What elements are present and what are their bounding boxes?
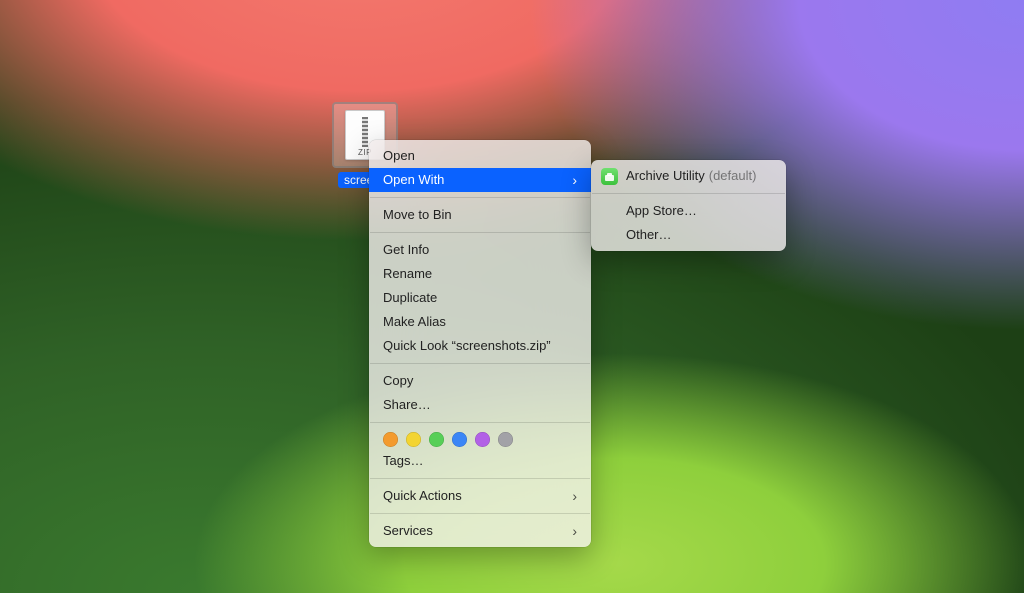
spacer — [601, 235, 618, 236]
menu-make-alias[interactable]: Make Alias — [369, 310, 591, 334]
open-with-submenu: Archive Utility (default) App Store… Oth… — [591, 160, 786, 251]
archive-utility-icon — [601, 168, 618, 185]
menu-copy[interactable]: Copy — [369, 369, 591, 393]
menu-get-info[interactable]: Get Info — [369, 238, 591, 262]
menu-separator — [370, 232, 590, 233]
menu-open-with[interactable]: Open With › — [369, 168, 591, 192]
menu-duplicate-label: Duplicate — [383, 289, 437, 307]
tag-dot-yellow[interactable] — [406, 432, 421, 447]
menu-rename[interactable]: Rename — [369, 262, 591, 286]
menu-make-alias-label: Make Alias — [383, 313, 446, 331]
chevron-right-icon: › — [572, 489, 577, 503]
chevron-right-icon: › — [572, 524, 577, 538]
submenu-archive-utility[interactable]: Archive Utility (default) — [591, 164, 786, 188]
tag-dot-blue[interactable] — [452, 432, 467, 447]
menu-open-with-label: Open With — [383, 171, 444, 189]
tag-color-row — [369, 428, 591, 449]
menu-get-info-label: Get Info — [383, 241, 429, 259]
menu-open[interactable]: Open — [369, 144, 591, 168]
menu-quick-actions-label: Quick Actions — [383, 487, 462, 505]
tag-dot-green[interactable] — [429, 432, 444, 447]
menu-rename-label: Rename — [383, 265, 432, 283]
menu-move-to-bin[interactable]: Move to Bin — [369, 203, 591, 227]
menu-separator — [370, 363, 590, 364]
menu-duplicate[interactable]: Duplicate — [369, 286, 591, 310]
submenu-app-store[interactable]: App Store… — [591, 199, 786, 223]
submenu-default-hint: (default) — [709, 167, 757, 185]
spacer — [601, 211, 618, 212]
menu-tags-label: Tags… — [383, 452, 423, 470]
menu-open-label: Open — [383, 147, 415, 165]
submenu-other-label: Other… — [626, 226, 672, 244]
menu-separator — [370, 197, 590, 198]
menu-quick-actions[interactable]: Quick Actions › — [369, 484, 591, 508]
menu-separator — [370, 422, 590, 423]
menu-share[interactable]: Share… — [369, 393, 591, 417]
submenu-app-store-label: App Store… — [626, 202, 697, 220]
menu-quick-look[interactable]: Quick Look “screenshots.zip” — [369, 334, 591, 358]
menu-move-to-bin-label: Move to Bin — [383, 206, 452, 224]
desktop[interactable]: ZIP screens Open Open With › Move to Bin… — [0, 0, 1024, 593]
menu-separator — [592, 193, 785, 194]
context-menu: Open Open With › Move to Bin Get Info Re… — [369, 140, 591, 547]
menu-separator — [370, 513, 590, 514]
menu-tags[interactable]: Tags… — [369, 449, 591, 473]
menu-share-label: Share… — [383, 396, 431, 414]
tag-dot-purple[interactable] — [475, 432, 490, 447]
tag-dot-orange[interactable] — [383, 432, 398, 447]
tag-dot-gray[interactable] — [498, 432, 513, 447]
submenu-archive-utility-label: Archive Utility — [626, 167, 705, 185]
menu-services-label: Services — [383, 522, 433, 540]
menu-separator — [370, 478, 590, 479]
chevron-right-icon: › — [572, 173, 577, 187]
menu-quick-look-label: Quick Look “screenshots.zip” — [383, 337, 551, 355]
menu-copy-label: Copy — [383, 372, 413, 390]
submenu-other[interactable]: Other… — [591, 223, 786, 247]
menu-services[interactable]: Services › — [369, 519, 591, 543]
